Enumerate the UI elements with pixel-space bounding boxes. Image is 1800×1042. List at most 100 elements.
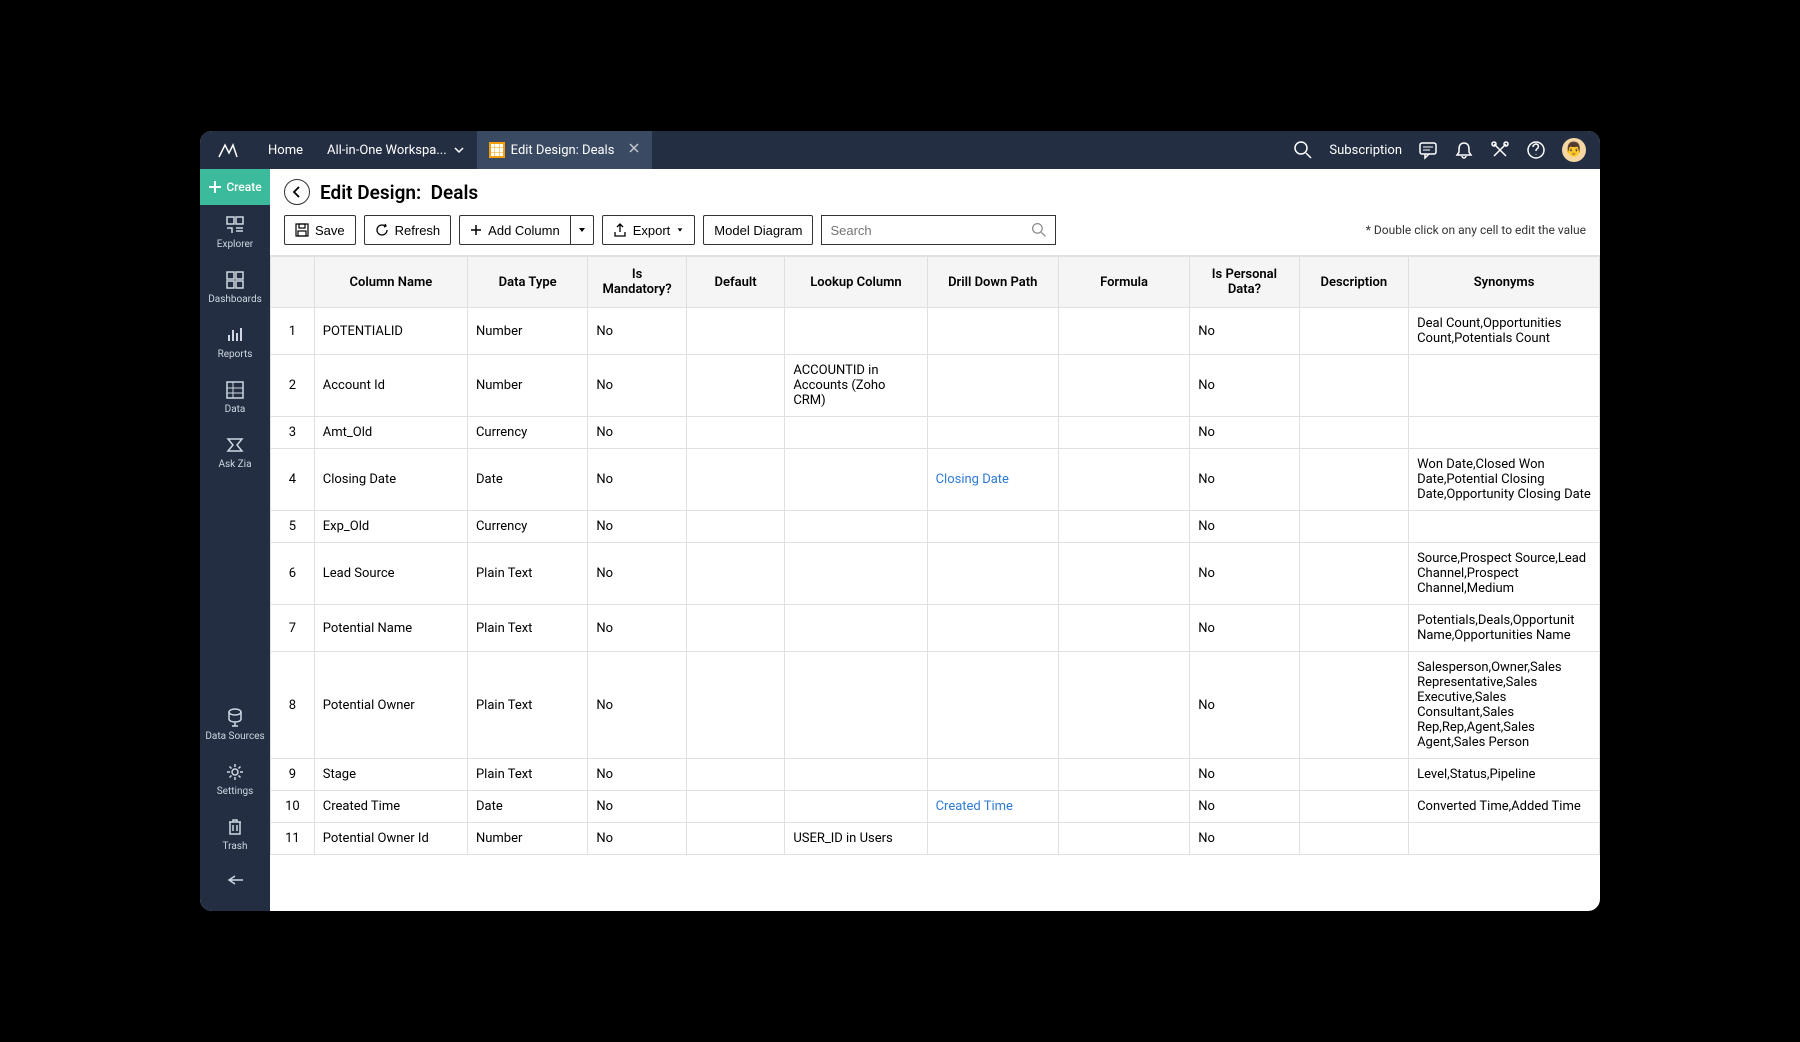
table-row[interactable]: 6Lead SourcePlain TextNoNoSource,Prospec… [271, 543, 1600, 605]
cell-rownum[interactable]: 11 [271, 823, 315, 855]
cell-synonyms[interactable]: Won Date,Closed Won Date,Potential Closi… [1409, 449, 1600, 511]
cell-personal[interactable]: No [1190, 355, 1299, 417]
cell-drill[interactable] [927, 823, 1058, 855]
cell-column-name[interactable]: Created Time [314, 791, 467, 823]
cell-data-type[interactable]: Number [467, 823, 587, 855]
cell-column-name[interactable]: Lead Source [314, 543, 467, 605]
sidebar-item-settings[interactable]: Settings [200, 752, 270, 807]
cell-column-name[interactable]: Closing Date [314, 449, 467, 511]
table-row[interactable]: 3Amt_OldCurrencyNoNo [271, 417, 1600, 449]
model-diagram-button[interactable]: Model Diagram [703, 215, 813, 245]
sidebar-item-dashboards[interactable]: Dashboards [200, 260, 270, 315]
cell-synonyms[interactable]: Converted Time,Added Time [1409, 791, 1600, 823]
cell-synonyms[interactable]: Salesperson,Owner,Sales Representative,S… [1409, 652, 1600, 759]
cell-column-name[interactable]: POTENTIALID [314, 308, 467, 355]
nav-home[interactable]: Home [256, 131, 315, 169]
close-tab-button[interactable] [628, 142, 640, 158]
cell-drill[interactable] [927, 355, 1058, 417]
cell-personal[interactable]: No [1190, 511, 1299, 543]
cell-data-type[interactable]: Date [467, 791, 587, 823]
cell-default[interactable] [686, 652, 784, 759]
table-row[interactable]: 2Account IdNumberNoACCOUNTID in Accounts… [271, 355, 1600, 417]
cell-rownum[interactable]: 7 [271, 605, 315, 652]
save-button[interactable]: Save [284, 215, 356, 245]
cell-lookup[interactable] [785, 511, 927, 543]
cell-default[interactable] [686, 417, 784, 449]
cell-personal[interactable]: No [1190, 605, 1299, 652]
cell-mandatory[interactable]: No [588, 417, 686, 449]
cell-drill[interactable] [927, 652, 1058, 759]
cell-rownum[interactable]: 2 [271, 355, 315, 417]
cell-formula[interactable] [1058, 605, 1189, 652]
cell-formula[interactable] [1058, 308, 1189, 355]
cell-lookup[interactable] [785, 605, 927, 652]
sidebar-item-trash[interactable]: Trash [200, 807, 270, 862]
cell-description[interactable] [1299, 652, 1408, 759]
table-row[interactable]: 7Potential NamePlain TextNoNoPotentials,… [271, 605, 1600, 652]
cell-mandatory[interactable]: No [588, 449, 686, 511]
sidebar-item-explorer[interactable]: Explorer [200, 205, 270, 260]
cell-drill[interactable] [927, 759, 1058, 791]
tab-edit-design[interactable]: Edit Design: Deals [477, 131, 653, 169]
cell-formula[interactable] [1058, 417, 1189, 449]
cell-formula[interactable] [1058, 511, 1189, 543]
cell-synonyms[interactable]: Source,Prospect Source,Lead Channel,Pros… [1409, 543, 1600, 605]
cell-column-name[interactable]: Exp_Old [314, 511, 467, 543]
cell-mandatory[interactable]: No [588, 308, 686, 355]
cell-personal[interactable]: No [1190, 652, 1299, 759]
sidebar-item-reports[interactable]: Reports [200, 315, 270, 370]
cell-data-type[interactable]: Date [467, 449, 587, 511]
cell-formula[interactable] [1058, 543, 1189, 605]
cell-mandatory[interactable]: No [588, 791, 686, 823]
search-input[interactable] [830, 223, 1031, 238]
table-row[interactable]: 1POTENTIALIDNumberNoNoDeal Count,Opportu… [271, 308, 1600, 355]
global-search-button[interactable] [1293, 140, 1313, 160]
table-row[interactable]: 10Created TimeDateNoCreated TimeNoConver… [271, 791, 1600, 823]
cell-description[interactable] [1299, 759, 1408, 791]
cell-description[interactable] [1299, 417, 1408, 449]
sidebar-item-data[interactable]: Data [200, 370, 270, 425]
cell-lookup[interactable] [785, 791, 927, 823]
cell-description[interactable] [1299, 543, 1408, 605]
cell-default[interactable] [686, 823, 784, 855]
cell-synonyms[interactable]: Level,Status,Pipeline [1409, 759, 1600, 791]
cell-rownum[interactable]: 9 [271, 759, 315, 791]
cell-drill[interactable] [927, 308, 1058, 355]
cell-rownum[interactable]: 5 [271, 511, 315, 543]
cell-mandatory[interactable]: No [588, 759, 686, 791]
cell-personal[interactable]: No [1190, 823, 1299, 855]
table-row[interactable]: 11Potential Owner IdNumberNoUSER_ID in U… [271, 823, 1600, 855]
cell-drill[interactable] [927, 543, 1058, 605]
cell-lookup[interactable] [785, 543, 927, 605]
cell-drill[interactable]: Created Time [927, 791, 1058, 823]
user-avatar[interactable]: 👨 [1562, 138, 1586, 162]
cell-formula[interactable] [1058, 652, 1189, 759]
cell-default[interactable] [686, 605, 784, 652]
cell-personal[interactable]: No [1190, 308, 1299, 355]
cell-lookup[interactable] [785, 449, 927, 511]
cell-default[interactable] [686, 759, 784, 791]
cell-lookup[interactable]: USER_ID in Users [785, 823, 927, 855]
cell-mandatory[interactable]: No [588, 823, 686, 855]
cell-rownum[interactable]: 4 [271, 449, 315, 511]
cell-data-type[interactable]: Plain Text [467, 652, 587, 759]
cell-formula[interactable] [1058, 355, 1189, 417]
cell-synonyms[interactable]: Deal Count,Opportunities Count,Potential… [1409, 308, 1600, 355]
add-column-button[interactable]: Add Column [459, 215, 570, 245]
app-logo-icon[interactable] [214, 136, 242, 164]
col-default[interactable]: Default [686, 257, 784, 308]
col-is-mandatory[interactable]: Is Mandatory? [588, 257, 686, 308]
cell-synonyms[interactable] [1409, 823, 1600, 855]
cell-lookup[interactable]: ACCOUNTID in Accounts (Zoho CRM) [785, 355, 927, 417]
back-button[interactable] [284, 179, 310, 205]
cell-default[interactable] [686, 449, 784, 511]
table-row[interactable]: 5Exp_OldCurrencyNoNo [271, 511, 1600, 543]
add-column-dropdown[interactable] [570, 215, 594, 245]
cell-rownum[interactable]: 10 [271, 791, 315, 823]
col-column-name[interactable]: Column Name [314, 257, 467, 308]
cell-data-type[interactable]: Currency [467, 417, 587, 449]
cell-drill[interactable] [927, 417, 1058, 449]
subscription-link[interactable]: Subscription [1329, 143, 1402, 158]
table-row[interactable]: 8Potential OwnerPlain TextNoNoSalesperso… [271, 652, 1600, 759]
sidebar-collapse-button[interactable] [225, 862, 245, 901]
